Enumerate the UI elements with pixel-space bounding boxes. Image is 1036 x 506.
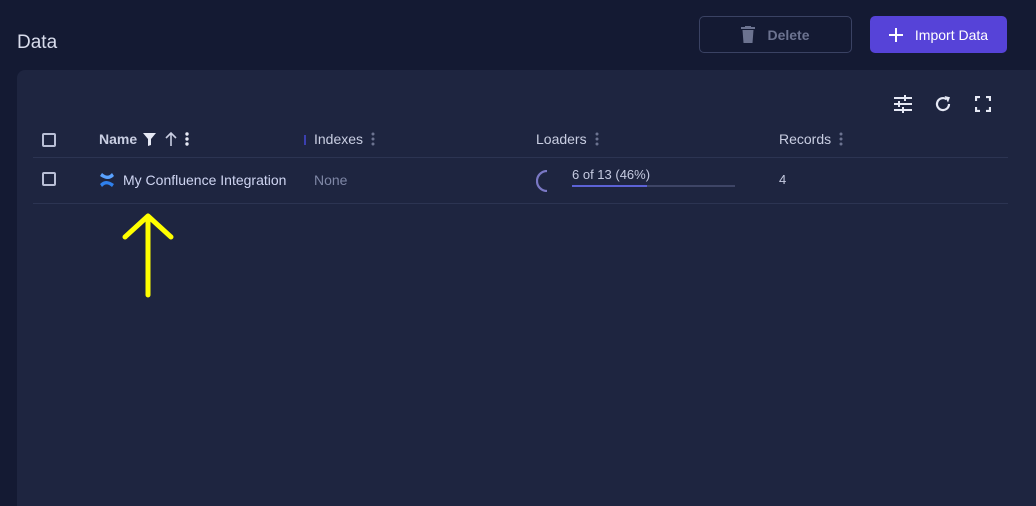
page-title: Data (17, 32, 58, 53)
column-resize-handle[interactable] (304, 135, 306, 145)
tune-icon[interactable] (893, 94, 913, 114)
loaders-progress-bar (572, 185, 735, 187)
column-header-records[interactable]: Records (779, 131, 843, 147)
loaders-progress-fill (572, 185, 647, 187)
filter-icon[interactable] (143, 132, 157, 146)
confluence-icon (100, 173, 114, 187)
column-menu-icon[interactable] (371, 132, 375, 146)
trash-icon (741, 26, 756, 43)
column-menu-icon[interactable] (595, 132, 599, 146)
column-indexes-label: Indexes (314, 131, 364, 147)
plus-icon (888, 27, 903, 42)
column-header-loaders[interactable]: Loaders (536, 131, 599, 147)
column-header-name[interactable]: Name (99, 131, 189, 147)
import-data-label: Import Data (914, 26, 989, 43)
row-indexes-value: None (314, 172, 348, 188)
column-header-indexes[interactable]: Indexes (314, 131, 375, 147)
table-row[interactable]: My Confluence Integration None 6 of 13 (… (33, 158, 1008, 204)
column-records-label: Records (779, 131, 832, 147)
row-name-link[interactable]: My Confluence Integration (99, 172, 286, 188)
loading-spinner-icon (536, 170, 548, 192)
import-data-button[interactable]: Import Data (870, 16, 1007, 53)
delete-button[interactable]: Delete (699, 16, 852, 53)
loaders-progress-text: 6 of 13 (46%) (572, 167, 651, 182)
row-records-value: 4 (779, 172, 787, 187)
loaders-progress: 6 of 13 (46%) (536, 165, 746, 197)
fullscreen-icon[interactable] (973, 94, 993, 114)
column-menu-icon[interactable] (839, 132, 843, 146)
sort-ascending-icon[interactable] (165, 132, 177, 146)
row-name-label: My Confluence Integration (123, 172, 287, 188)
table-header: Name Indexes Loaders Records (33, 122, 1008, 158)
select-all-checkbox[interactable] (42, 133, 56, 147)
column-menu-icon[interactable] (185, 132, 189, 146)
row-checkbox[interactable] (42, 172, 56, 186)
refresh-icon[interactable] (933, 94, 953, 114)
column-name-label: Name (99, 131, 138, 147)
delete-label: Delete (767, 26, 810, 43)
column-loaders-label: Loaders (536, 131, 587, 147)
annotation-arrow-icon (122, 213, 174, 298)
